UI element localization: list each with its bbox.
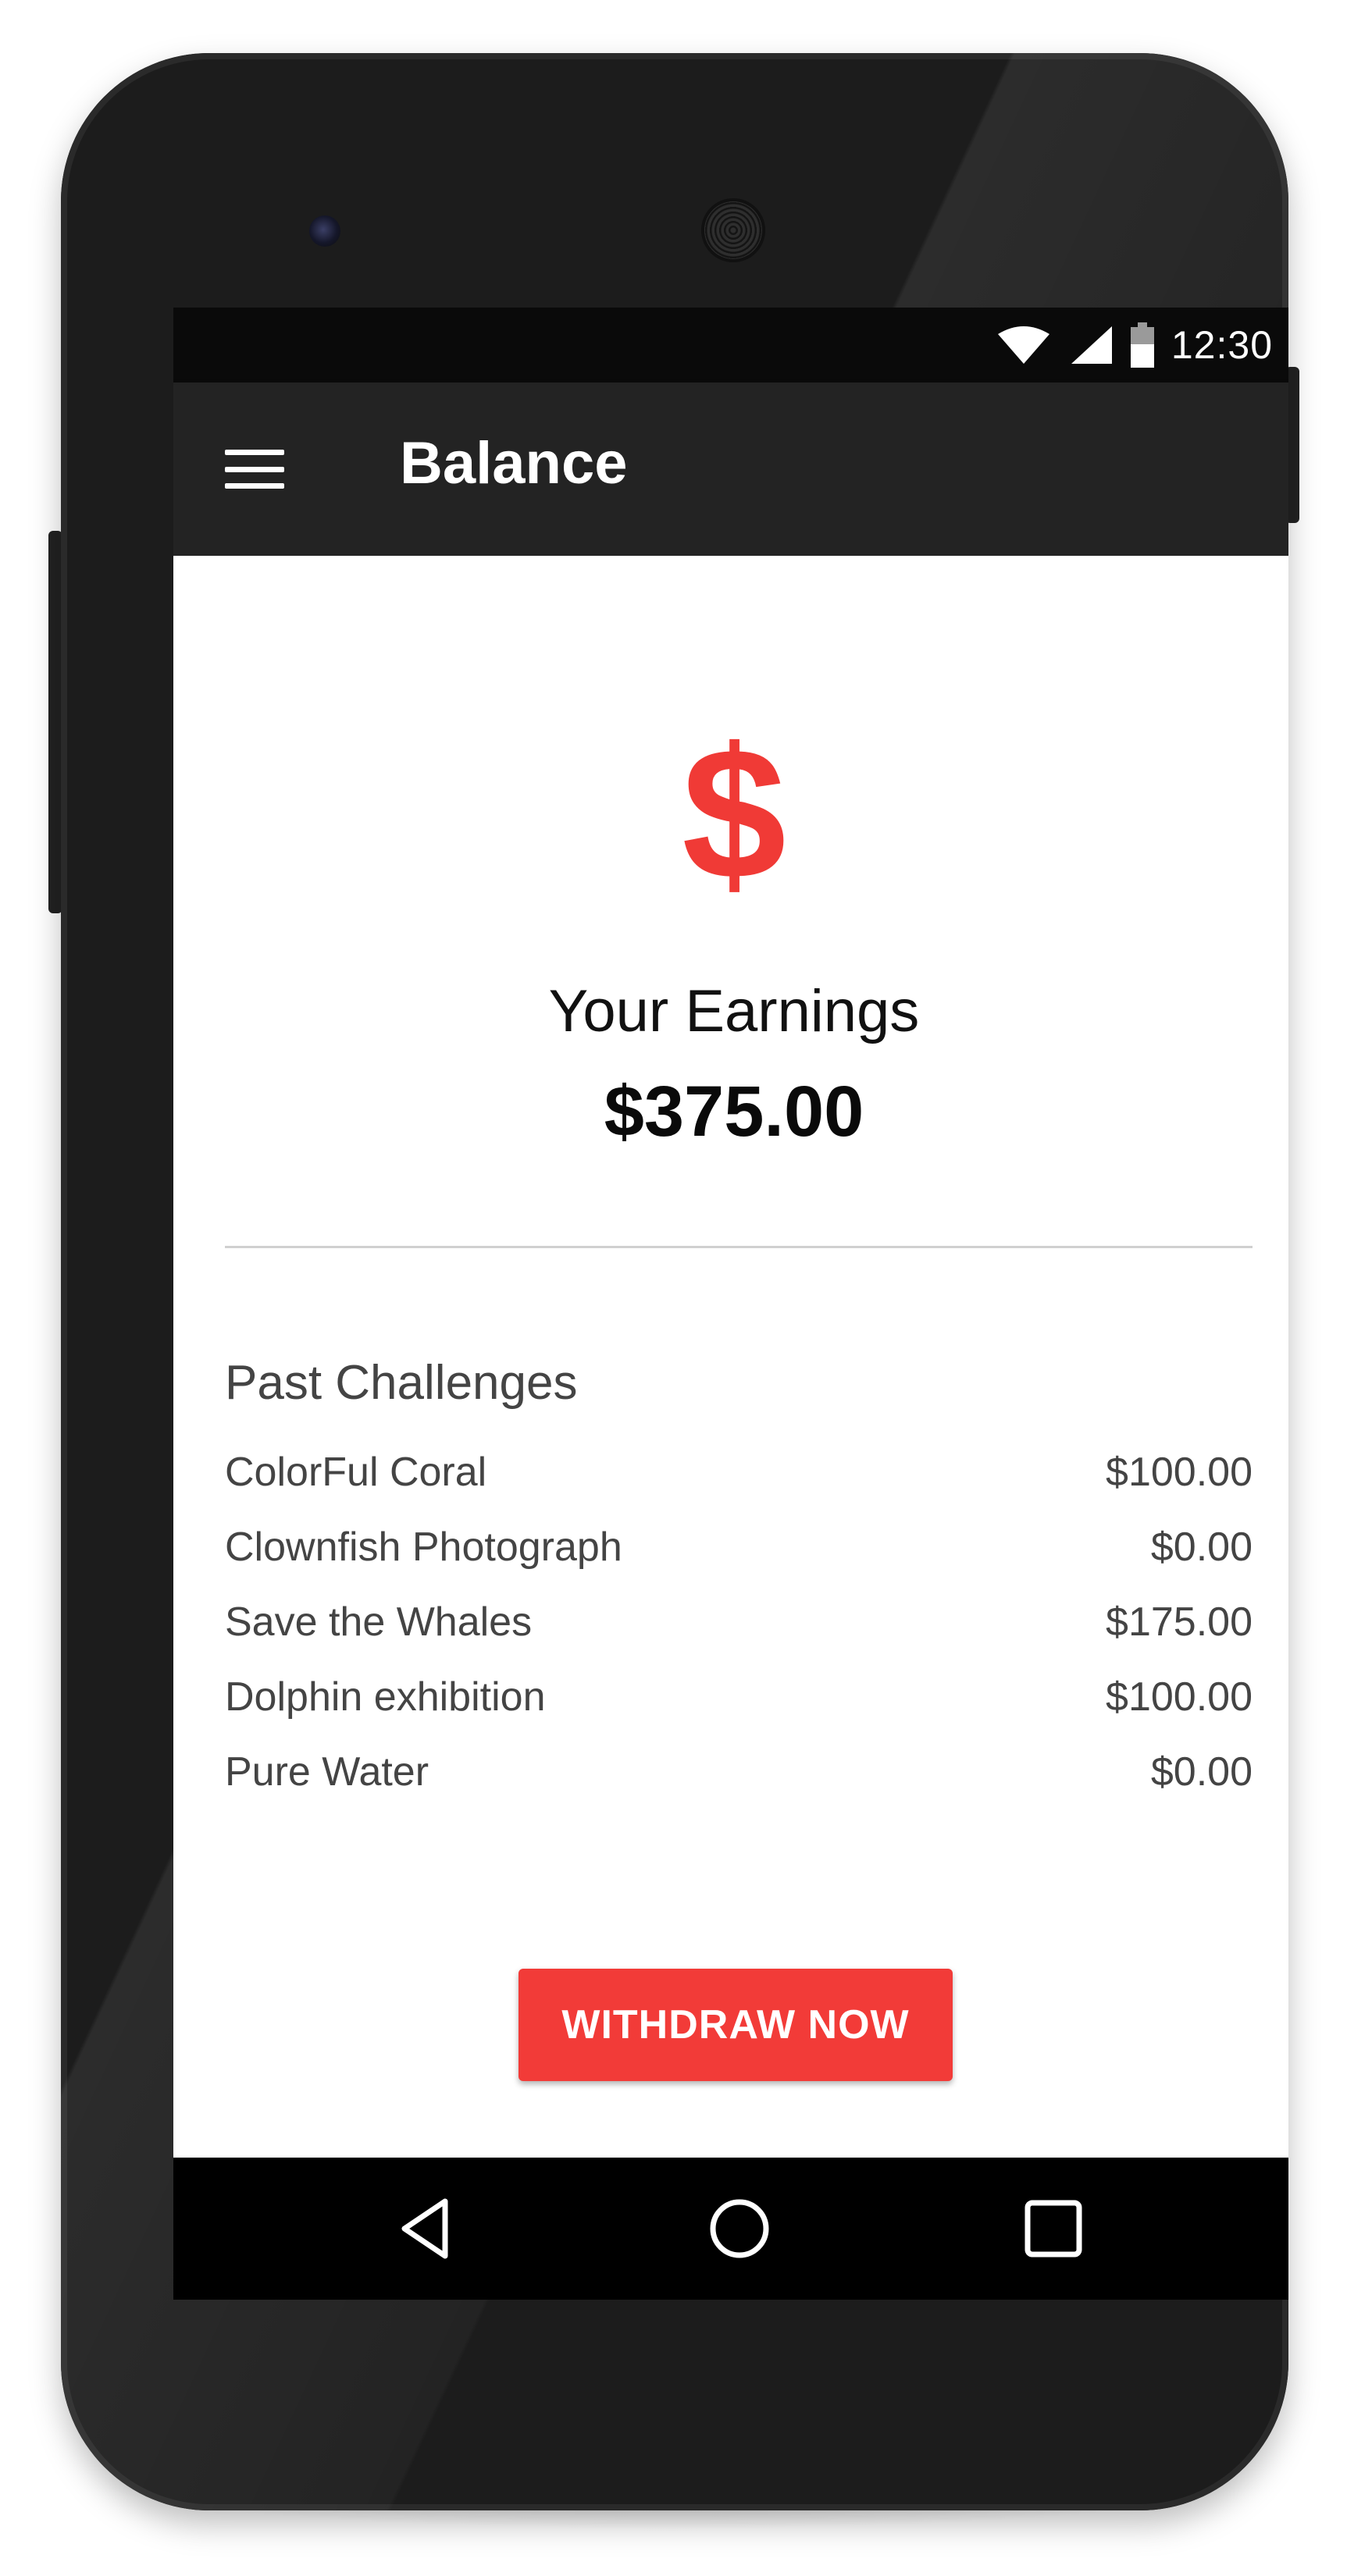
app-bar: Balance [173, 382, 1288, 556]
menu-line [225, 466, 284, 472]
challenge-list: ColorFul Coral $100.00 Clownfish Photogr… [225, 1435, 1253, 1809]
hamburger-menu-icon[interactable] [225, 443, 284, 495]
earnings-amount: $375.00 [604, 1072, 864, 1151]
challenge-amount: $100.00 [1106, 1450, 1253, 1495]
challenge-amount: $175.00 [1106, 1599, 1253, 1645]
list-item: Dolphin exhibition $100.00 [225, 1660, 1253, 1735]
phone-body: 12:30 Balance $ Your Earnings $375.00 Pa… [61, 53, 1288, 2510]
challenge-amount: $0.00 [1150, 1525, 1253, 1570]
challenge-name: Clownfish Photograph [225, 1525, 622, 1570]
challenge-name: Save the Whales [225, 1599, 533, 1645]
navigation-bar [173, 2158, 1288, 2300]
earnings-label: Your Earnings [548, 978, 920, 1044]
wifi-icon [997, 326, 1049, 364]
recent-apps-icon[interactable] [1018, 2194, 1089, 2264]
list-item: Save the Whales $175.00 [225, 1585, 1253, 1660]
divider [225, 1246, 1253, 1248]
challenge-name: Pure Water [225, 1749, 429, 1795]
status-bar: 12:30 [173, 308, 1288, 382]
front-camera [309, 215, 340, 247]
earpiece-speaker [701, 198, 765, 262]
withdraw-now-button[interactable]: WITHDRAW NOW [518, 1969, 953, 2081]
challenge-name: Dolphin exhibition [225, 1674, 546, 1720]
device-mockup: 12:30 Balance $ Your Earnings $375.00 Pa… [0, 0, 1347, 2576]
menu-line [225, 450, 284, 455]
dollar-icon: $ [682, 709, 786, 918]
challenge-amount: $0.00 [1150, 1749, 1253, 1795]
status-time: 12:30 [1171, 323, 1273, 367]
list-item: ColorFul Coral $100.00 [225, 1435, 1253, 1510]
challenge-name: ColorFul Coral [225, 1450, 487, 1495]
past-challenges-title: Past Challenges [225, 1356, 578, 1410]
battery-icon [1130, 322, 1154, 368]
list-item: Clownfish Photograph $0.00 [225, 1510, 1253, 1585]
status-icons: 12:30 [996, 308, 1273, 382]
page-title: Balance [400, 430, 628, 496]
screen: 12:30 Balance $ Your Earnings $375.00 Pa… [173, 308, 1288, 2300]
balance-content: $ Your Earnings $375.00 Past Challenges … [173, 556, 1288, 2158]
signal-icon [1071, 326, 1112, 364]
back-icon[interactable] [390, 2194, 461, 2264]
list-item: Pure Water $0.00 [225, 1735, 1253, 1809]
challenge-amount: $100.00 [1106, 1674, 1253, 1720]
menu-line [225, 483, 284, 489]
home-icon[interactable] [704, 2194, 775, 2264]
